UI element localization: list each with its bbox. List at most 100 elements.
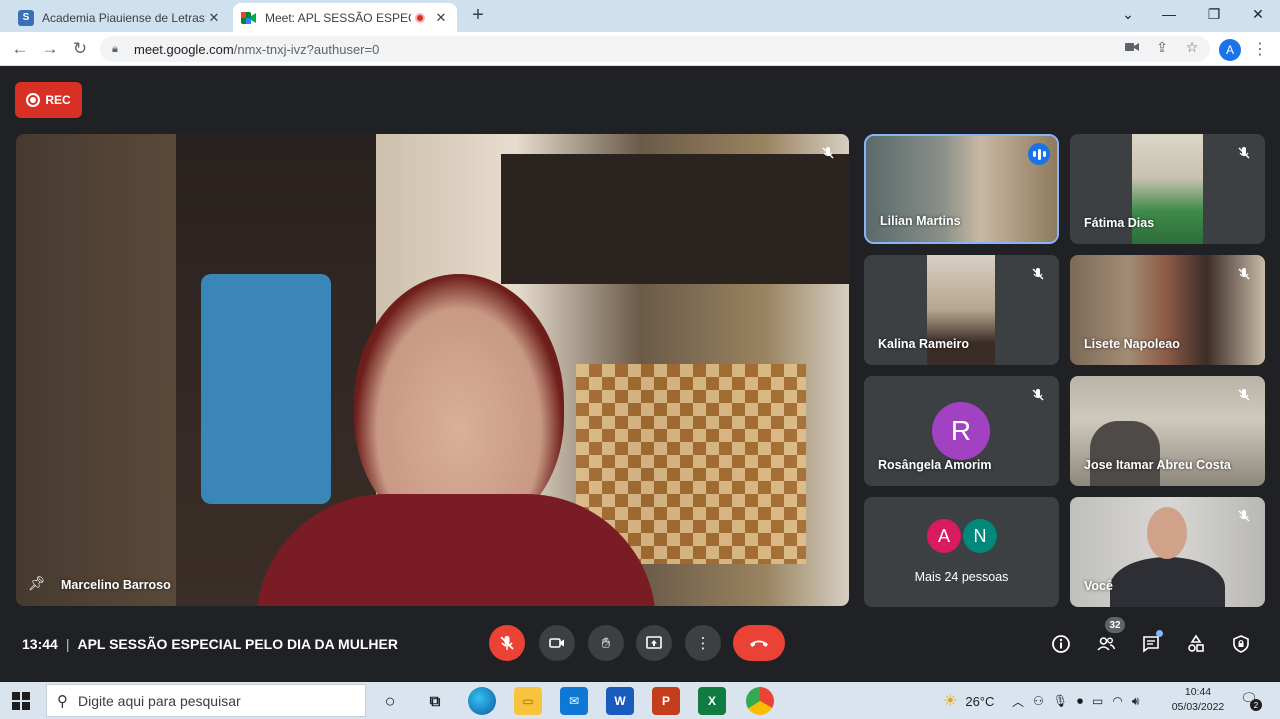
recording-indicator-icon: [415, 12, 425, 23]
chat-notification-dot: [1156, 630, 1163, 637]
file-explorer-icon[interactable]: ▭: [514, 687, 542, 715]
task-view-icon[interactable]: ⧉: [421, 687, 449, 715]
mic-off-icon: [1235, 386, 1253, 404]
speaking-indicator-icon: [1028, 143, 1050, 165]
record-icon: [26, 93, 41, 107]
meet-favicon-icon: [241, 10, 257, 26]
site-favicon-icon: S: [18, 9, 34, 26]
meeting-details-icon[interactable]: [1049, 632, 1073, 656]
participant-tile-jose[interactable]: Jose Itamar Abreu Costa: [1070, 376, 1265, 486]
word-icon[interactable]: W: [606, 687, 634, 715]
minimize-button[interactable]: —: [1147, 0, 1191, 28]
self-view-tile[interactable]: Você: [1070, 497, 1265, 607]
raise-hand-button[interactable]: ✋︎: [588, 625, 624, 661]
windows-taskbar: ⚲ Digite aqui para pesquisar ○ ⧉ ▭ ✉ W P…: [0, 682, 1280, 719]
participant-tile-lilian[interactable]: Lilian Martins: [864, 134, 1059, 244]
bookmark-star-icon[interactable]: ☆: [1181, 36, 1203, 58]
participant-tile-lisete[interactable]: Lisete Napoleao: [1070, 255, 1265, 365]
present-screen-button[interactable]: [636, 625, 672, 661]
reload-icon[interactable]: ↻: [68, 37, 92, 61]
participant-name: Jose Itamar Abreu Costa: [1084, 458, 1231, 472]
background-shelf: [501, 154, 849, 284]
people-count-badge: 32: [1105, 617, 1125, 633]
tray-mic-icon[interactable]: 🎙︎: [1053, 694, 1068, 708]
tab-close-icon[interactable]: ✕: [433, 10, 449, 26]
recording-badge[interactable]: REC: [15, 82, 82, 118]
weather-sun-icon: ☀: [943, 693, 958, 710]
new-tab-button[interactable]: +: [467, 4, 489, 26]
share-icon[interactable]: ⇪: [1151, 36, 1173, 58]
restore-button[interactable]: ❐: [1192, 0, 1236, 28]
excel-icon[interactable]: X: [698, 687, 726, 715]
leave-call-button[interactable]: [733, 625, 785, 661]
tab-title: Academia Piauiense de Letras: ag: [42, 10, 206, 25]
url-host: meet.google.com: [134, 41, 234, 57]
tab-search-icon[interactable]: ⌄: [1106, 0, 1150, 28]
wifi-icon[interactable]: ◠: [1112, 694, 1122, 708]
address-bar[interactable]: 🔒︎ meet.google.com/nmx-tnxj-ivz?authuser…: [100, 36, 1210, 62]
taskbar-clock[interactable]: 10:44 05/03/2022: [1168, 685, 1228, 715]
meeting-info-separator: |: [65, 636, 70, 652]
system-tray: ︿ ⚇ 🎙︎ ⏺ ▭ ◠ 🔊︎: [1012, 690, 1139, 712]
browser-tab-strip: S Academia Piauiense de Letras: ag ✕ Mee…: [0, 0, 1280, 32]
activities-icon[interactable]: [1184, 632, 1208, 656]
tab-meet[interactable]: Meet: APL SESSÃO ESPECIAL ✕: [233, 3, 457, 32]
meeting-time: 13:44: [22, 636, 58, 652]
back-arrow-icon[interactable]: ←: [8, 37, 32, 61]
weather-temperature: 26°C: [965, 693, 995, 709]
tray-chevron-icon[interactable]: ︿: [1012, 693, 1024, 710]
taskbar-search-placeholder: Digite aqui para pesquisar: [78, 692, 241, 709]
camera-permission-icon[interactable]: [1121, 36, 1143, 58]
more-options-button[interactable]: ⋮: [685, 625, 721, 661]
participant-name: Você: [1084, 579, 1113, 593]
more-participants-tile[interactable]: A N Mais 24 pessoas: [864, 497, 1059, 607]
participant-avatar: R: [932, 402, 990, 460]
participant-tile-fatima[interactable]: Fátima Dias: [1070, 134, 1265, 244]
mail-icon[interactable]: ✉: [560, 687, 588, 715]
participant-avatar: A: [925, 517, 963, 555]
battery-icon[interactable]: ▭: [1092, 694, 1103, 708]
participant-name: Fátima Dias: [1084, 216, 1155, 230]
tab-academia[interactable]: S Academia Piauiense de Letras: ag ✕: [10, 3, 230, 32]
tray-camera-icon[interactable]: ⏺: [1077, 694, 1083, 709]
notification-count: 2: [1250, 699, 1262, 711]
tab-close-icon[interactable]: ✕: [206, 10, 222, 26]
tray-meet-icon[interactable]: ⚇: [1033, 694, 1044, 708]
pin-icon[interactable]: 📌︎: [28, 575, 46, 592]
taskbar-search-input[interactable]: ⚲ Digite aqui para pesquisar: [46, 684, 366, 717]
profile-avatar[interactable]: A: [1219, 39, 1241, 61]
participant-tile-rosangela[interactable]: R Rosângela Amorim: [864, 376, 1059, 486]
participant-name: Rosângela Amorim: [878, 458, 992, 472]
people-icon[interactable]: [1094, 632, 1118, 656]
edge-icon[interactable]: [468, 687, 496, 715]
mic-off-icon: [1235, 265, 1253, 283]
mic-off-icon: [1235, 507, 1253, 525]
toggle-camera-button[interactable]: [539, 625, 575, 661]
browser-menu-icon[interactable]: ⋮: [1252, 39, 1268, 61]
weather-widget[interactable]: ☀ 26°C: [943, 690, 994, 712]
lock-icon: 🔒︎: [112, 42, 118, 55]
participant-name: Kalina Rameiro: [878, 337, 970, 351]
host-controls-icon[interactable]: [1229, 632, 1253, 656]
more-participants-label: Mais 24 pessoas: [914, 570, 1009, 584]
forward-arrow-icon[interactable]: →: [38, 37, 62, 61]
main-speaker-tile[interactable]: 📌︎ Marcelino Barroso: [16, 134, 849, 606]
notification-center-icon[interactable]: 🗨︎ 2: [1240, 690, 1262, 712]
windows-start-icon[interactable]: [12, 692, 30, 710]
participant-avatar: N: [961, 517, 999, 555]
mic-off-icon: [819, 144, 837, 162]
mic-off-icon: [1235, 144, 1253, 162]
self-body: [1110, 557, 1225, 607]
meeting-info: 13:44 | APL SESSÃO ESPECIAL PELO DIA DA …: [22, 634, 398, 654]
volume-icon[interactable]: 🔊︎: [1132, 694, 1140, 709]
close-window-button[interactable]: ✕: [1236, 0, 1280, 28]
participant-tile-kalina[interactable]: Kalina Rameiro: [864, 255, 1059, 365]
search-icon: ⚲: [57, 692, 68, 710]
mic-off-icon: [1029, 265, 1047, 283]
powerpoint-icon[interactable]: P: [652, 687, 680, 715]
participant-name: Lilian Martins: [880, 214, 961, 228]
taskbar-time: 10:44: [1184, 686, 1212, 698]
chrome-icon[interactable]: [746, 687, 774, 715]
toggle-mic-button[interactable]: [489, 625, 525, 661]
cortana-icon[interactable]: ○: [376, 687, 404, 715]
